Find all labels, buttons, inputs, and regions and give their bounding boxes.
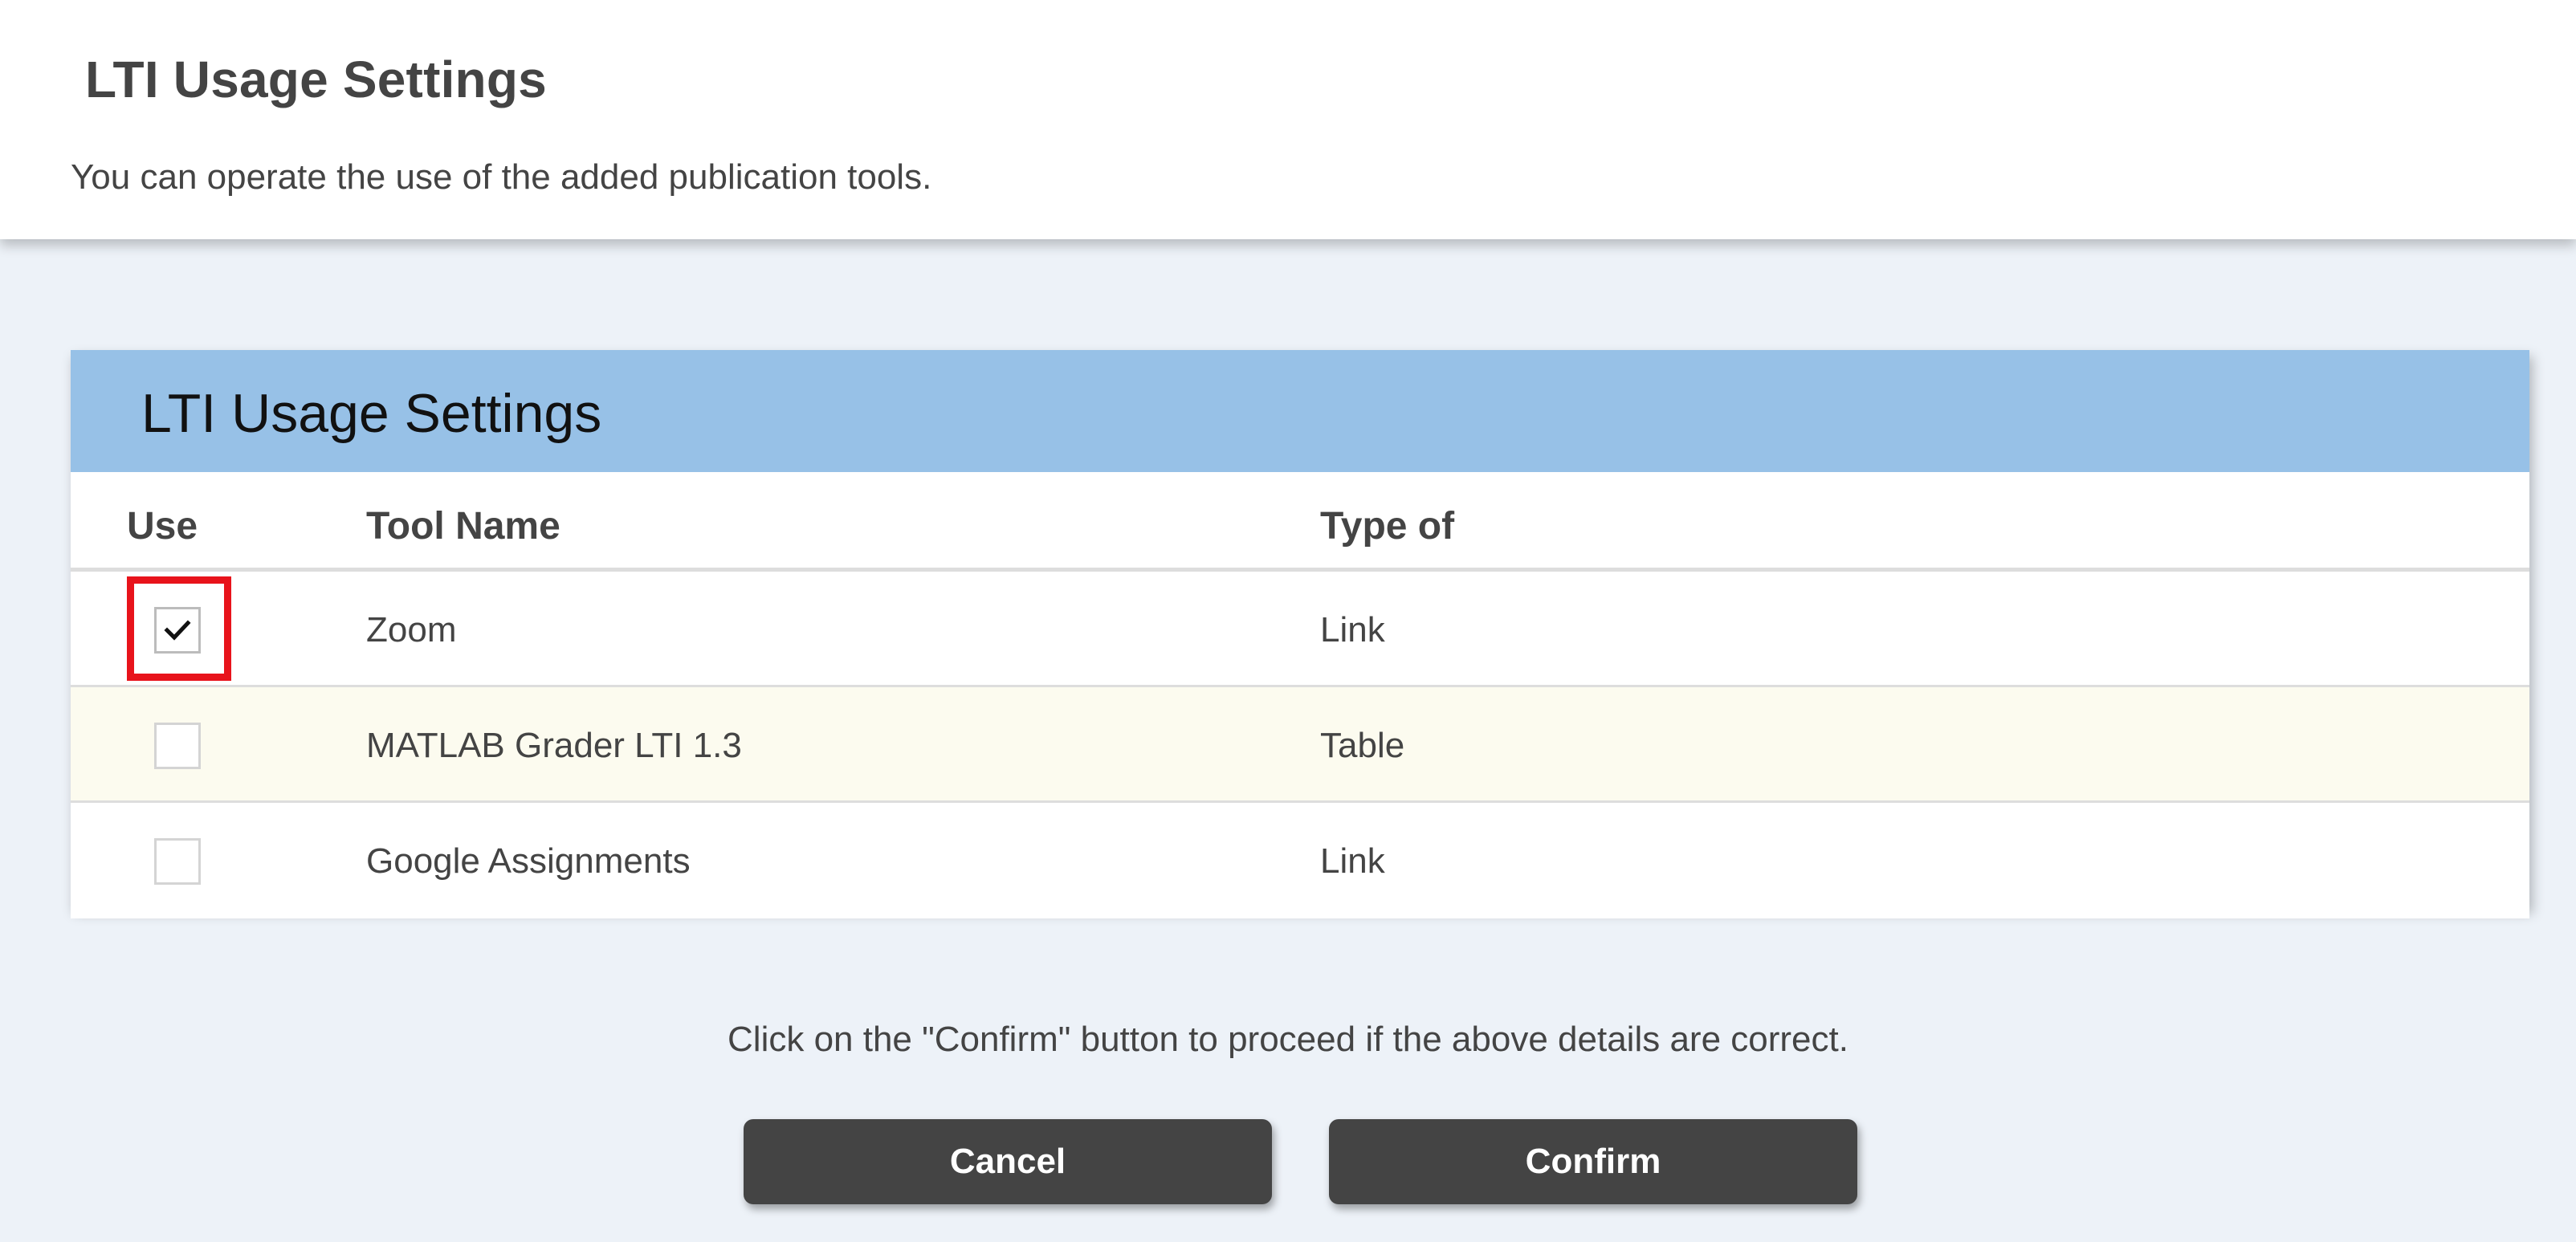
column-header-use: Use bbox=[127, 505, 198, 548]
tool-name-cell: MATLAB Grader LTI 1.3 bbox=[366, 726, 742, 765]
column-header-type: Type of bbox=[1320, 505, 1455, 548]
highlight-box bbox=[127, 576, 231, 681]
panel-header: LTI Usage Settings bbox=[71, 350, 2529, 472]
table-header-row: Use Tool Name Type of bbox=[71, 472, 2529, 572]
page-subtitle: You can operate the use of the added pub… bbox=[71, 157, 932, 197]
tool-type-cell: Table bbox=[1320, 726, 1405, 765]
panel-title: LTI Usage Settings bbox=[141, 383, 602, 444]
use-checkbox-google-assignments[interactable] bbox=[154, 838, 201, 885]
use-checkbox-matlab-grader[interactable] bbox=[154, 723, 201, 769]
column-header-tool-name: Tool Name bbox=[366, 505, 560, 548]
tool-name-cell: Google Assignments bbox=[366, 841, 691, 881]
page-title: LTI Usage Settings bbox=[85, 51, 547, 108]
confirm-note: Click on the "Confirm" button to proceed… bbox=[728, 1020, 1848, 1059]
cancel-button[interactable]: Cancel bbox=[744, 1119, 1272, 1204]
tool-name-cell: Zoom bbox=[366, 610, 457, 650]
tool-type-cell: Link bbox=[1320, 841, 1385, 881]
table-row: Google Assignments Link bbox=[71, 803, 2529, 918]
lti-settings-panel: LTI Usage Settings Use Tool Name Type of… bbox=[71, 350, 2529, 918]
page-header: LTI Usage Settings You can operate the u… bbox=[0, 0, 2576, 239]
confirm-button[interactable]: Confirm bbox=[1329, 1119, 1857, 1204]
table-row: MATLAB Grader LTI 1.3 Table bbox=[71, 687, 2529, 803]
tool-type-cell: Link bbox=[1320, 610, 1385, 650]
table-row: Zoom Link bbox=[71, 572, 2529, 687]
